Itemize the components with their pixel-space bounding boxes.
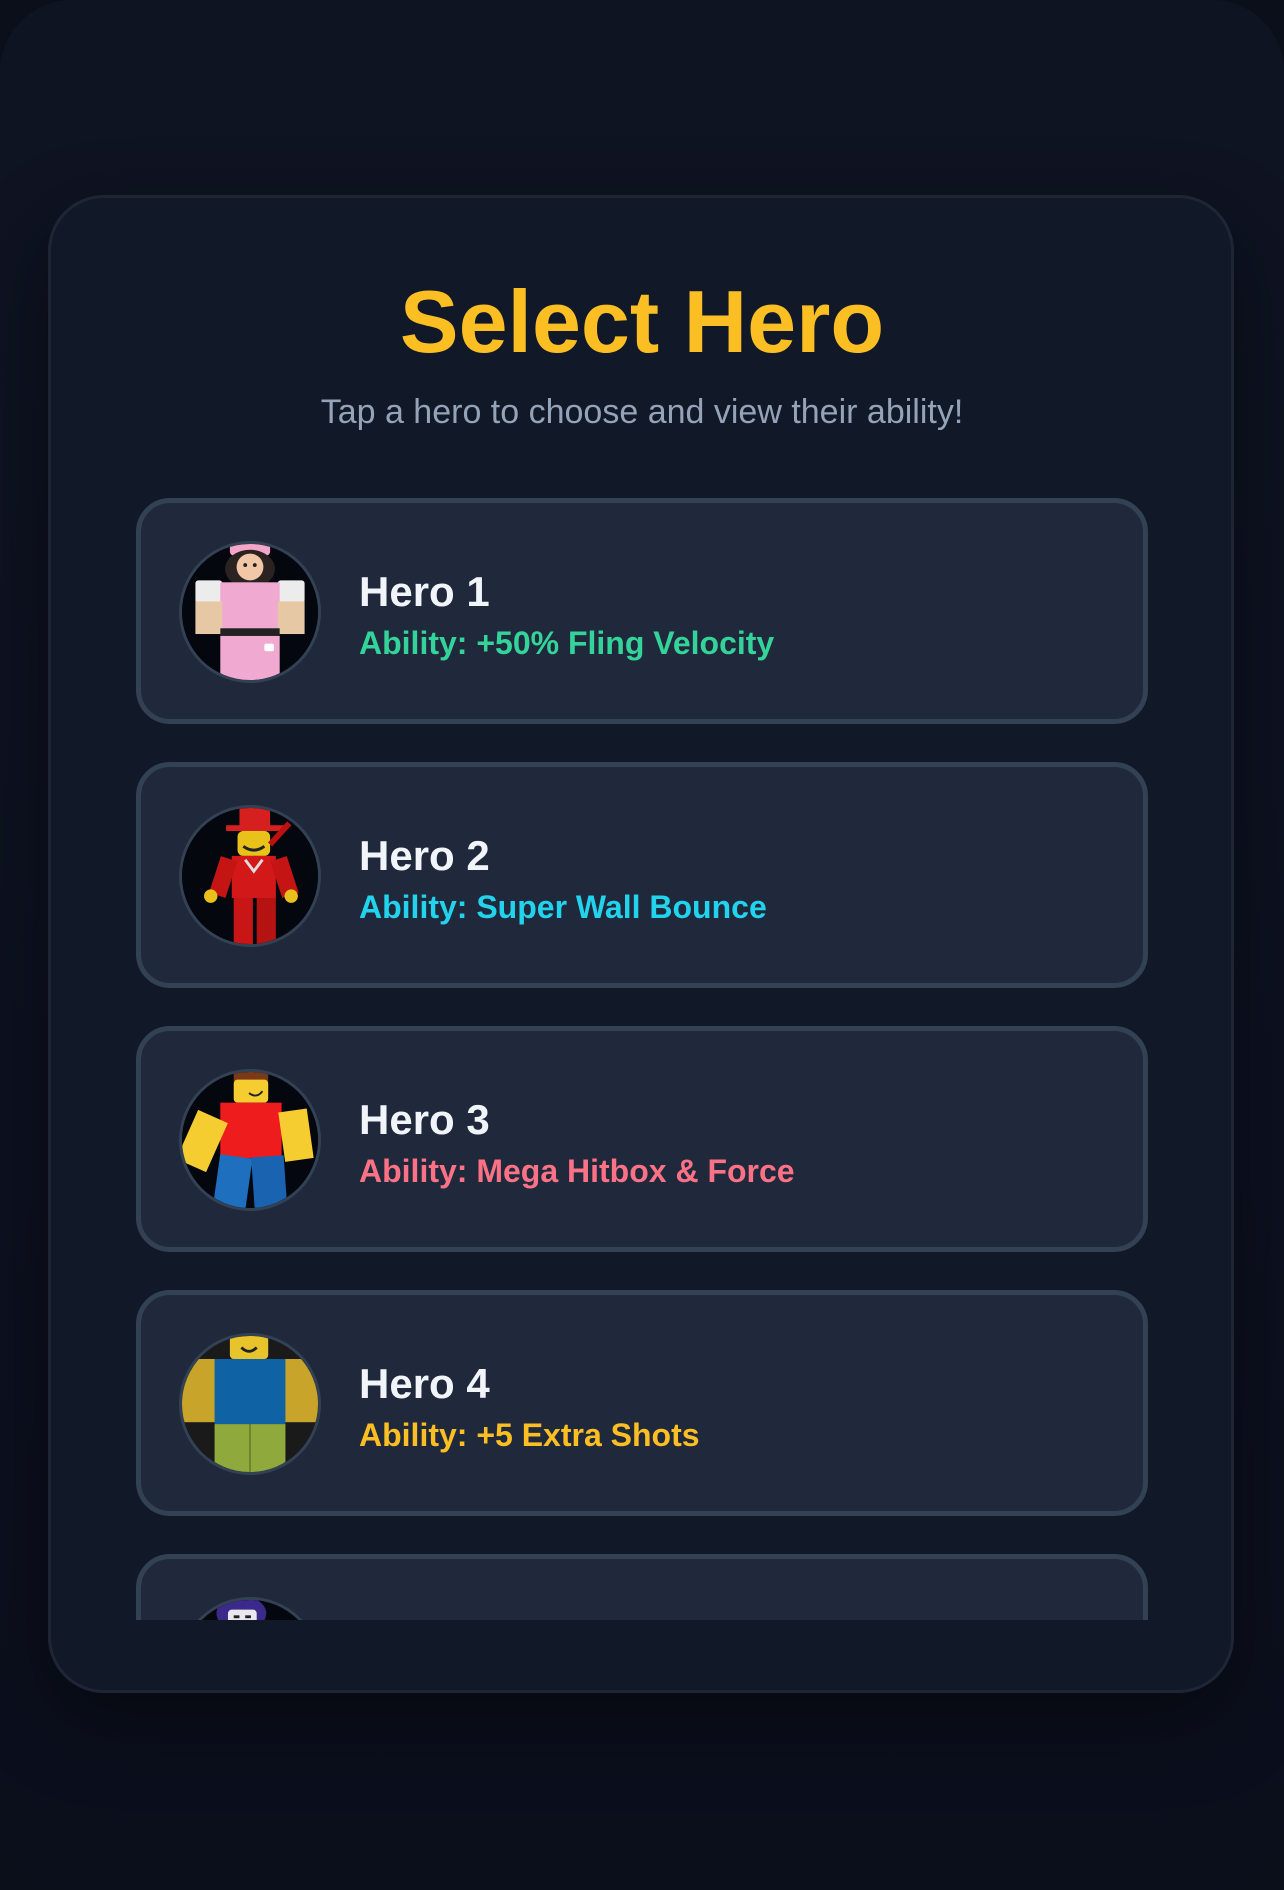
page-title: Select Hero	[399, 272, 885, 371]
classic-red-shirt-avatar-icon	[179, 1069, 321, 1211]
hero-card-4[interactable]: Hero 4 Ability: +5 Extra Shots	[136, 1290, 1148, 1516]
red-suit-avatar-icon	[179, 805, 321, 947]
hero-ability: Ability: +50% Fling Velocity	[359, 625, 775, 661]
hero-card-3[interactable]: Hero 3 Ability: Mega Hitbox & Force	[136, 1026, 1148, 1252]
page-subtitle: Tap a hero to choose and view their abil…	[320, 393, 964, 431]
purple-hair-avatar-icon	[179, 1597, 321, 1620]
hero-card-1[interactable]: Hero 1 Ability: +50% Fling Velocity	[136, 498, 1148, 724]
pink-outfit-avatar-icon	[179, 541, 321, 683]
hero-name: Hero 2	[359, 832, 490, 879]
hero-name: Hero 3	[359, 1096, 490, 1143]
hero-name: Hero 1	[359, 568, 490, 615]
hero-card-5[interactable]	[136, 1554, 1148, 1620]
hero-ability: Ability: +5 Extra Shots	[359, 1417, 700, 1453]
hero-ability: Ability: Super Wall Bounce	[359, 889, 767, 925]
hero-list[interactable]: Hero 1 Ability: +50% Fling Velocity Hero…	[132, 495, 1152, 1620]
hero-ability: Ability: Mega Hitbox & Force	[359, 1153, 795, 1189]
noob-avatar-icon	[179, 1333, 321, 1475]
hero-name: Hero 4	[359, 1360, 490, 1407]
device-frame: Select Hero Tap a hero to choose and vie…	[0, 0, 1284, 1890]
hero-card-2[interactable]: Hero 2 Ability: Super Wall Bounce	[136, 762, 1148, 988]
